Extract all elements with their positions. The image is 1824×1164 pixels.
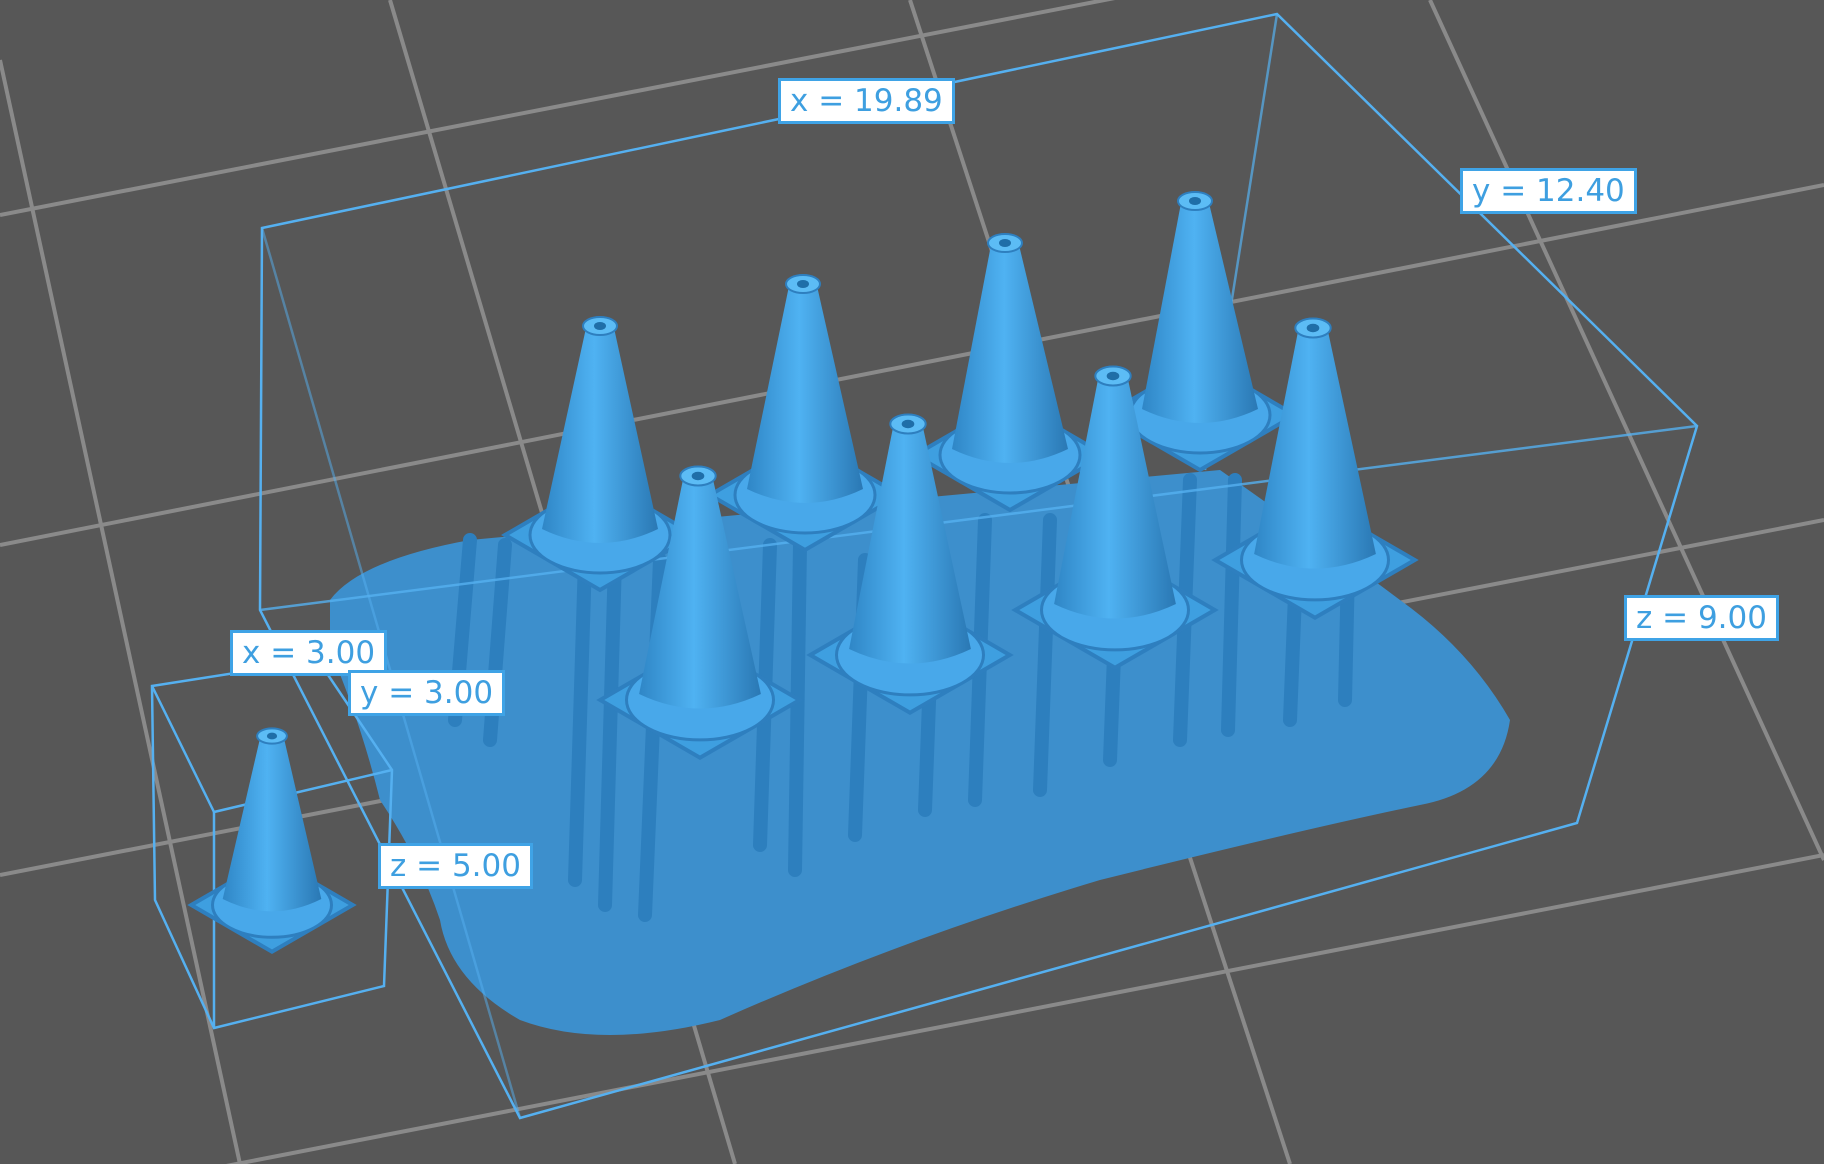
array-cone[interactable] xyxy=(706,274,904,553)
array-x-dimension-label: x = 19.89 xyxy=(778,78,955,124)
single-z-dimension-label: z = 5.00 xyxy=(378,843,533,889)
single-y-dimension-label: y = 3.00 xyxy=(348,670,506,716)
array-y-dimension-label: y = 12.40 xyxy=(1460,168,1637,214)
array-z-dimension-label: z = 9.00 xyxy=(1624,595,1779,641)
single-cone[interactable] xyxy=(187,727,357,955)
array-cone[interactable] xyxy=(911,233,1109,513)
array-cone[interactable] xyxy=(501,316,699,593)
3d-viewport[interactable]: x = 19.89 y = 12.40 z = 9.00 x = 3.00 y … xyxy=(0,0,1824,1164)
